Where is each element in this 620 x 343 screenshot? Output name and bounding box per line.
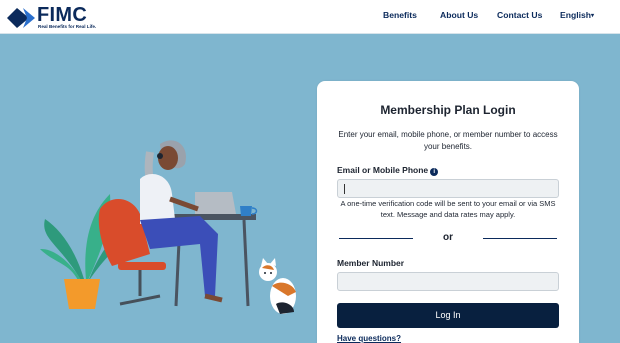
nav-contact-us[interactable]: Contact Us — [497, 10, 542, 20]
email-phone-label: Email or Mobile Phone i — [337, 165, 439, 176]
hero-illustration — [40, 140, 296, 314]
nav-about-us[interactable]: About Us — [440, 10, 478, 20]
text-caret — [344, 184, 345, 194]
email-phone-input[interactable] — [337, 179, 559, 198]
fimc-logo[interactable]: FIMC Real Benefits for Real Life. — [7, 4, 107, 31]
site-header: FIMC Real Benefits for Real Life. Benefi… — [0, 0, 620, 34]
have-questions-link[interactable]: Have questions? — [337, 334, 401, 343]
language-selector[interactable]: English▾ — [560, 10, 594, 20]
member-number-input[interactable] — [337, 272, 559, 291]
person-illustration — [140, 140, 223, 303]
caret-down-icon: ▾ — [591, 13, 595, 19]
nav-benefits[interactable]: Benefits — [383, 10, 417, 20]
divider-right — [483, 238, 557, 239]
login-subtitle: Enter your email, mobile phone, or membe… — [338, 130, 558, 151]
member-number-label: Member Number — [337, 258, 405, 268]
language-label: English — [560, 10, 592, 20]
cat-illustration — [259, 258, 296, 314]
email-phone-label-text: Email or Mobile Phone — [337, 165, 429, 175]
brand-tagline: Real Benefits for Real Life. — [38, 24, 97, 29]
info-icon[interactable]: i — [430, 168, 439, 176]
fimc-logo-mark-icon — [7, 8, 35, 28]
login-button[interactable]: Log In — [337, 303, 559, 328]
login-card: Membership Plan Login Enter your email, … — [317, 81, 579, 343]
login-title: Membership Plan Login — [380, 103, 516, 117]
verification-hint: A one-time verification code will be sen… — [340, 199, 556, 219]
